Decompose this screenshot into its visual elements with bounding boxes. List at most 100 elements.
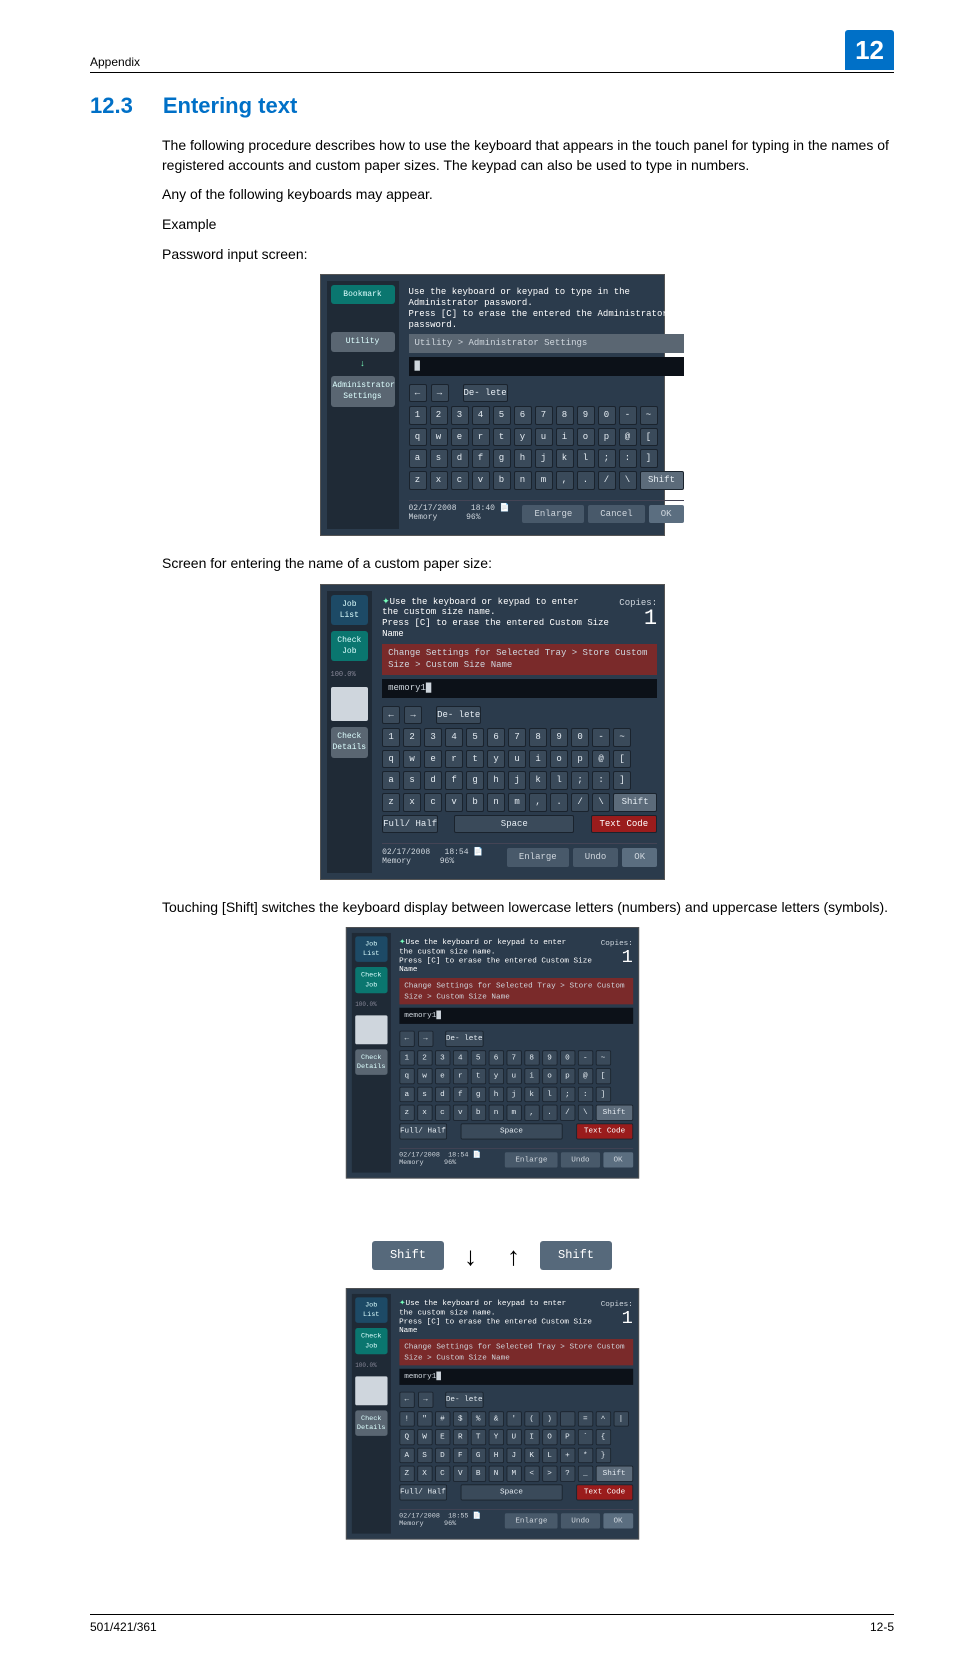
key-a[interactable]: a — [409, 449, 427, 468]
key-8[interactable]: 8 — [556, 406, 574, 425]
key-L[interactable]: L — [541, 1448, 556, 1464]
key-e[interactable]: e — [451, 428, 469, 447]
right-arrow-key2[interactable]: → — [404, 706, 422, 725]
key-p[interactable]: p — [559, 1069, 574, 1085]
key-[[interactable]: [ — [595, 1069, 610, 1085]
key-m[interactable]: m — [506, 1105, 521, 1121]
key-7[interactable]: 7 — [535, 406, 553, 425]
key-/[interactable]: / — [598, 471, 616, 490]
key-s[interactable]: s — [416, 1087, 431, 1103]
key-=[interactable]: = — [577, 1411, 592, 1427]
key-z[interactable]: z — [399, 1105, 414, 1121]
key-n[interactable]: n — [488, 1105, 503, 1121]
key-d[interactable]: d — [434, 1087, 449, 1103]
key-r[interactable]: r — [445, 750, 463, 769]
key-5[interactable]: 5 — [470, 1050, 485, 1066]
left-arrow-key[interactable]: ← — [409, 384, 427, 403]
key-$[interactable]: $ — [452, 1411, 467, 1427]
key-9[interactable]: 9 — [550, 728, 568, 747]
left-arrow-key2[interactable]: ← — [382, 706, 400, 725]
key-[interactable] — [559, 1411, 574, 1427]
key-x[interactable]: x — [403, 793, 421, 812]
key-][interactable]: ] — [595, 1087, 610, 1103]
key-][interactable]: ] — [640, 449, 658, 468]
key-8[interactable]: 8 — [524, 1050, 539, 1066]
key-X[interactable]: X — [416, 1466, 431, 1482]
key-\[interactable]: \ — [619, 471, 637, 490]
key-q[interactable]: q — [399, 1069, 414, 1085]
key-4[interactable]: 4 — [452, 1050, 467, 1066]
ok-button[interactable]: OK — [649, 505, 684, 524]
key-M[interactable]: M — [506, 1466, 521, 1482]
key-:[interactable]: : — [619, 449, 637, 468]
key-h[interactable]: h — [514, 449, 532, 468]
key-5[interactable]: 5 — [493, 406, 511, 425]
key-,[interactable]: , — [556, 471, 574, 490]
key-u[interactable]: u — [506, 1069, 521, 1085]
key-f[interactable]: f — [452, 1087, 467, 1103]
key-Q[interactable]: Q — [399, 1429, 414, 1445]
key-o[interactable]: o — [577, 428, 595, 447]
key--[interactable]: - — [577, 1050, 592, 1066]
key-z[interactable]: z — [409, 471, 427, 490]
key-6[interactable]: 6 — [514, 406, 532, 425]
key-q[interactable]: q — [382, 750, 400, 769]
key-y[interactable]: y — [487, 750, 505, 769]
fullhalf-key[interactable]: Full/ Half — [382, 815, 438, 834]
shift-key[interactable]: Shift — [613, 793, 657, 812]
key-/[interactable]: / — [559, 1105, 574, 1121]
key--[interactable]: - — [592, 728, 610, 747]
joblist-button[interactable]: Job List — [331, 595, 369, 625]
key-|[interactable]: | — [613, 1411, 628, 1427]
key-y[interactable]: y — [514, 428, 532, 447]
key-.[interactable]: . — [577, 471, 595, 490]
key-w[interactable]: w — [416, 1069, 431, 1085]
key-/[interactable]: / — [571, 793, 589, 812]
key-3[interactable]: 3 — [451, 406, 469, 425]
key->[interactable]: > — [541, 1466, 556, 1482]
utility-button[interactable]: Utility — [331, 332, 395, 351]
key-V[interactable]: V — [452, 1466, 467, 1482]
key-\[interactable]: \ — [592, 793, 610, 812]
key-3[interactable]: 3 — [424, 728, 442, 747]
key-v[interactable]: v — [445, 793, 463, 812]
key-@[interactable]: @ — [619, 428, 637, 447]
key-a[interactable]: a — [382, 771, 400, 790]
enlarge-button[interactable]: Enlarge — [522, 505, 584, 524]
undo-button[interactable]: Undo — [573, 848, 619, 867]
key-Z[interactable]: Z — [399, 1466, 414, 1482]
key-;[interactable]: ; — [571, 771, 589, 790]
key-1[interactable]: 1 — [399, 1050, 414, 1066]
textcode-key[interactable]: Text Code — [591, 815, 658, 834]
key-.[interactable]: . — [550, 793, 568, 812]
key-p[interactable]: p — [571, 750, 589, 769]
key-)[interactable]: ) — [541, 1411, 556, 1427]
key-F[interactable]: F — [452, 1448, 467, 1464]
key-s[interactable]: s — [403, 771, 421, 790]
key-8[interactable]: 8 — [529, 728, 547, 747]
key--[interactable]: - — [619, 406, 637, 425]
key-d[interactable]: d — [424, 771, 442, 790]
key-4[interactable]: 4 — [445, 728, 463, 747]
key-Y[interactable]: Y — [488, 1429, 503, 1445]
key-2[interactable]: 2 — [416, 1050, 431, 1066]
key-h[interactable]: h — [488, 1087, 503, 1103]
key-w[interactable]: w — [430, 428, 448, 447]
key-P[interactable]: P — [559, 1429, 574, 1445]
key-&[interactable]: & — [488, 1411, 503, 1427]
key-*[interactable]: * — [577, 1448, 592, 1464]
key-k[interactable]: k — [524, 1087, 539, 1103]
key-_[interactable]: _ — [577, 1466, 592, 1482]
key-?[interactable]: ? — [559, 1466, 574, 1482]
key-c[interactable]: c — [451, 471, 469, 490]
key-v[interactable]: v — [452, 1105, 467, 1121]
key-a[interactable]: a — [399, 1087, 414, 1103]
shift-key[interactable]: Shift — [640, 471, 684, 490]
ok-button2[interactable]: OK — [622, 848, 657, 867]
key-e[interactable]: e — [424, 750, 442, 769]
key-o[interactable]: o — [541, 1069, 556, 1085]
key-@[interactable]: @ — [577, 1069, 592, 1085]
key-g[interactable]: g — [470, 1087, 485, 1103]
key-#[interactable]: # — [434, 1411, 449, 1427]
key-;[interactable]: ; — [598, 449, 616, 468]
